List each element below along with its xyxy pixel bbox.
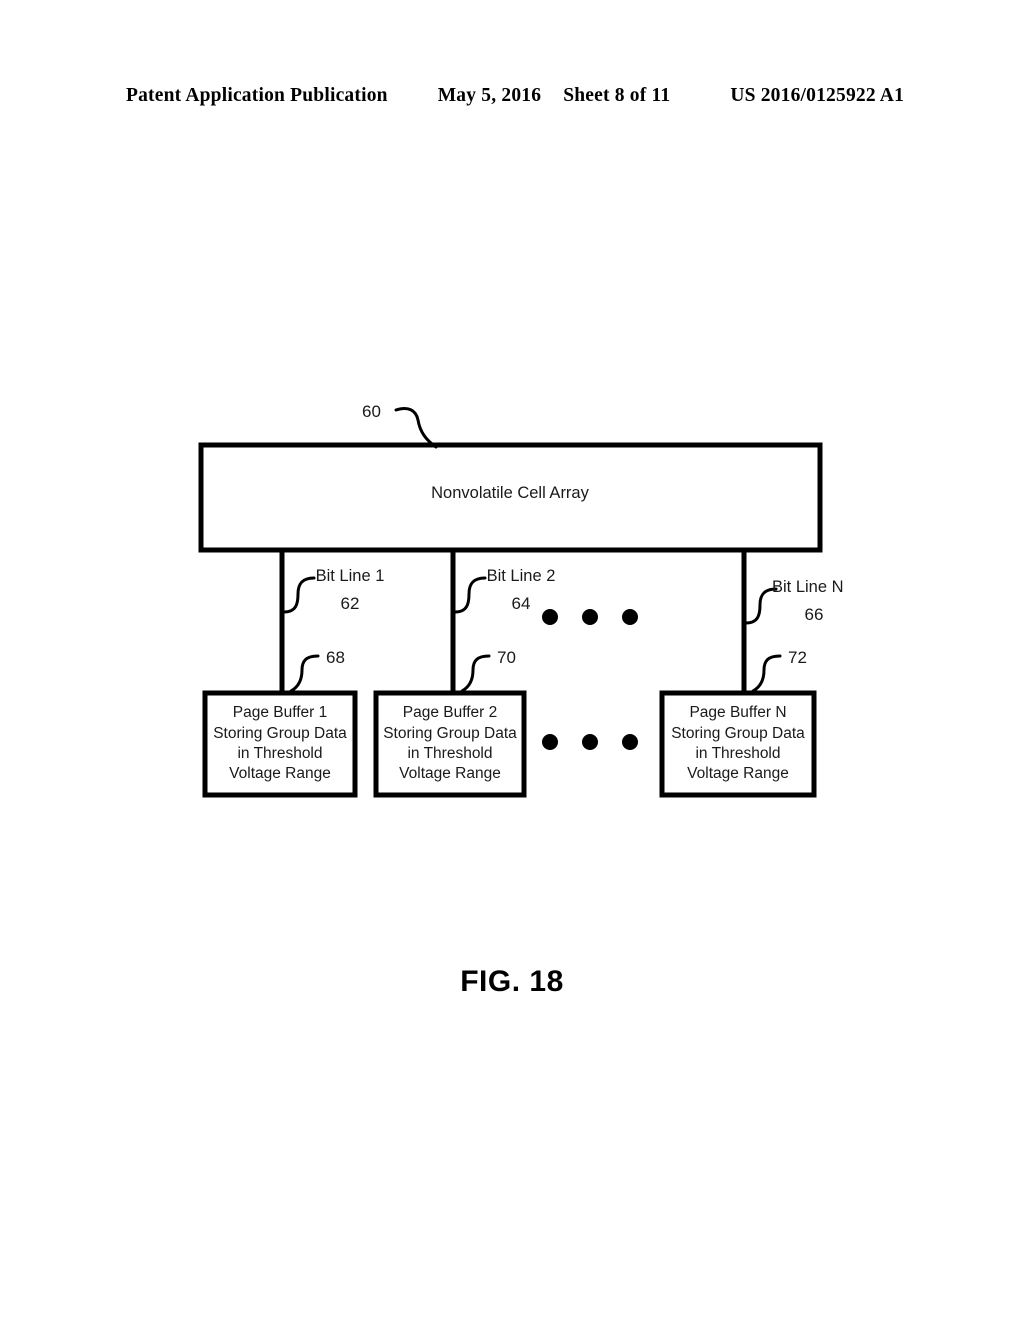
page-buffer-n-label: Page Buffer N Storing Group Data in Thre… [671,704,805,783]
patent-figure: Nonvolatile Cell Array 60 Bit Line 1 62 … [0,0,1024,1320]
reference-numeral-64: 64 [511,594,531,613]
ellipsis-dot-lower-1 [542,734,558,750]
bit-line-2-label: Bit Line 2 [486,567,556,585]
leader-line-70 [460,654,491,693]
bit-line-n-label: Bit Line N [772,578,844,596]
page-buffer-2-label: Page Buffer 2 Storing Group Data in Thre… [383,704,517,783]
bit-line-1-label: Bit Line 1 [315,567,385,585]
leader-line-68 [289,654,320,693]
ellipsis-dot-lower-3 [622,734,638,750]
reference-numeral-72: 72 [788,648,807,667]
leader-line-72 [751,654,782,693]
nonvolatile-cell-array-label: Nonvolatile Cell Array [431,484,589,502]
leader-line-60 [394,406,438,449]
ellipsis-dot-upper-2 [582,609,598,625]
ellipsis-dot-upper-3 [622,609,638,625]
figure-caption: FIG. 18 [460,965,564,998]
ellipsis-dot-lower-2 [582,734,598,750]
reference-numeral-62: 62 [340,594,360,613]
reference-numeral-60: 60 [362,402,381,421]
reference-numeral-66: 66 [804,605,824,624]
reference-numeral-68: 68 [326,648,345,667]
page-buffer-1-label: Page Buffer 1 Storing Group Data in Thre… [213,704,347,783]
reference-numeral-70: 70 [497,648,516,667]
